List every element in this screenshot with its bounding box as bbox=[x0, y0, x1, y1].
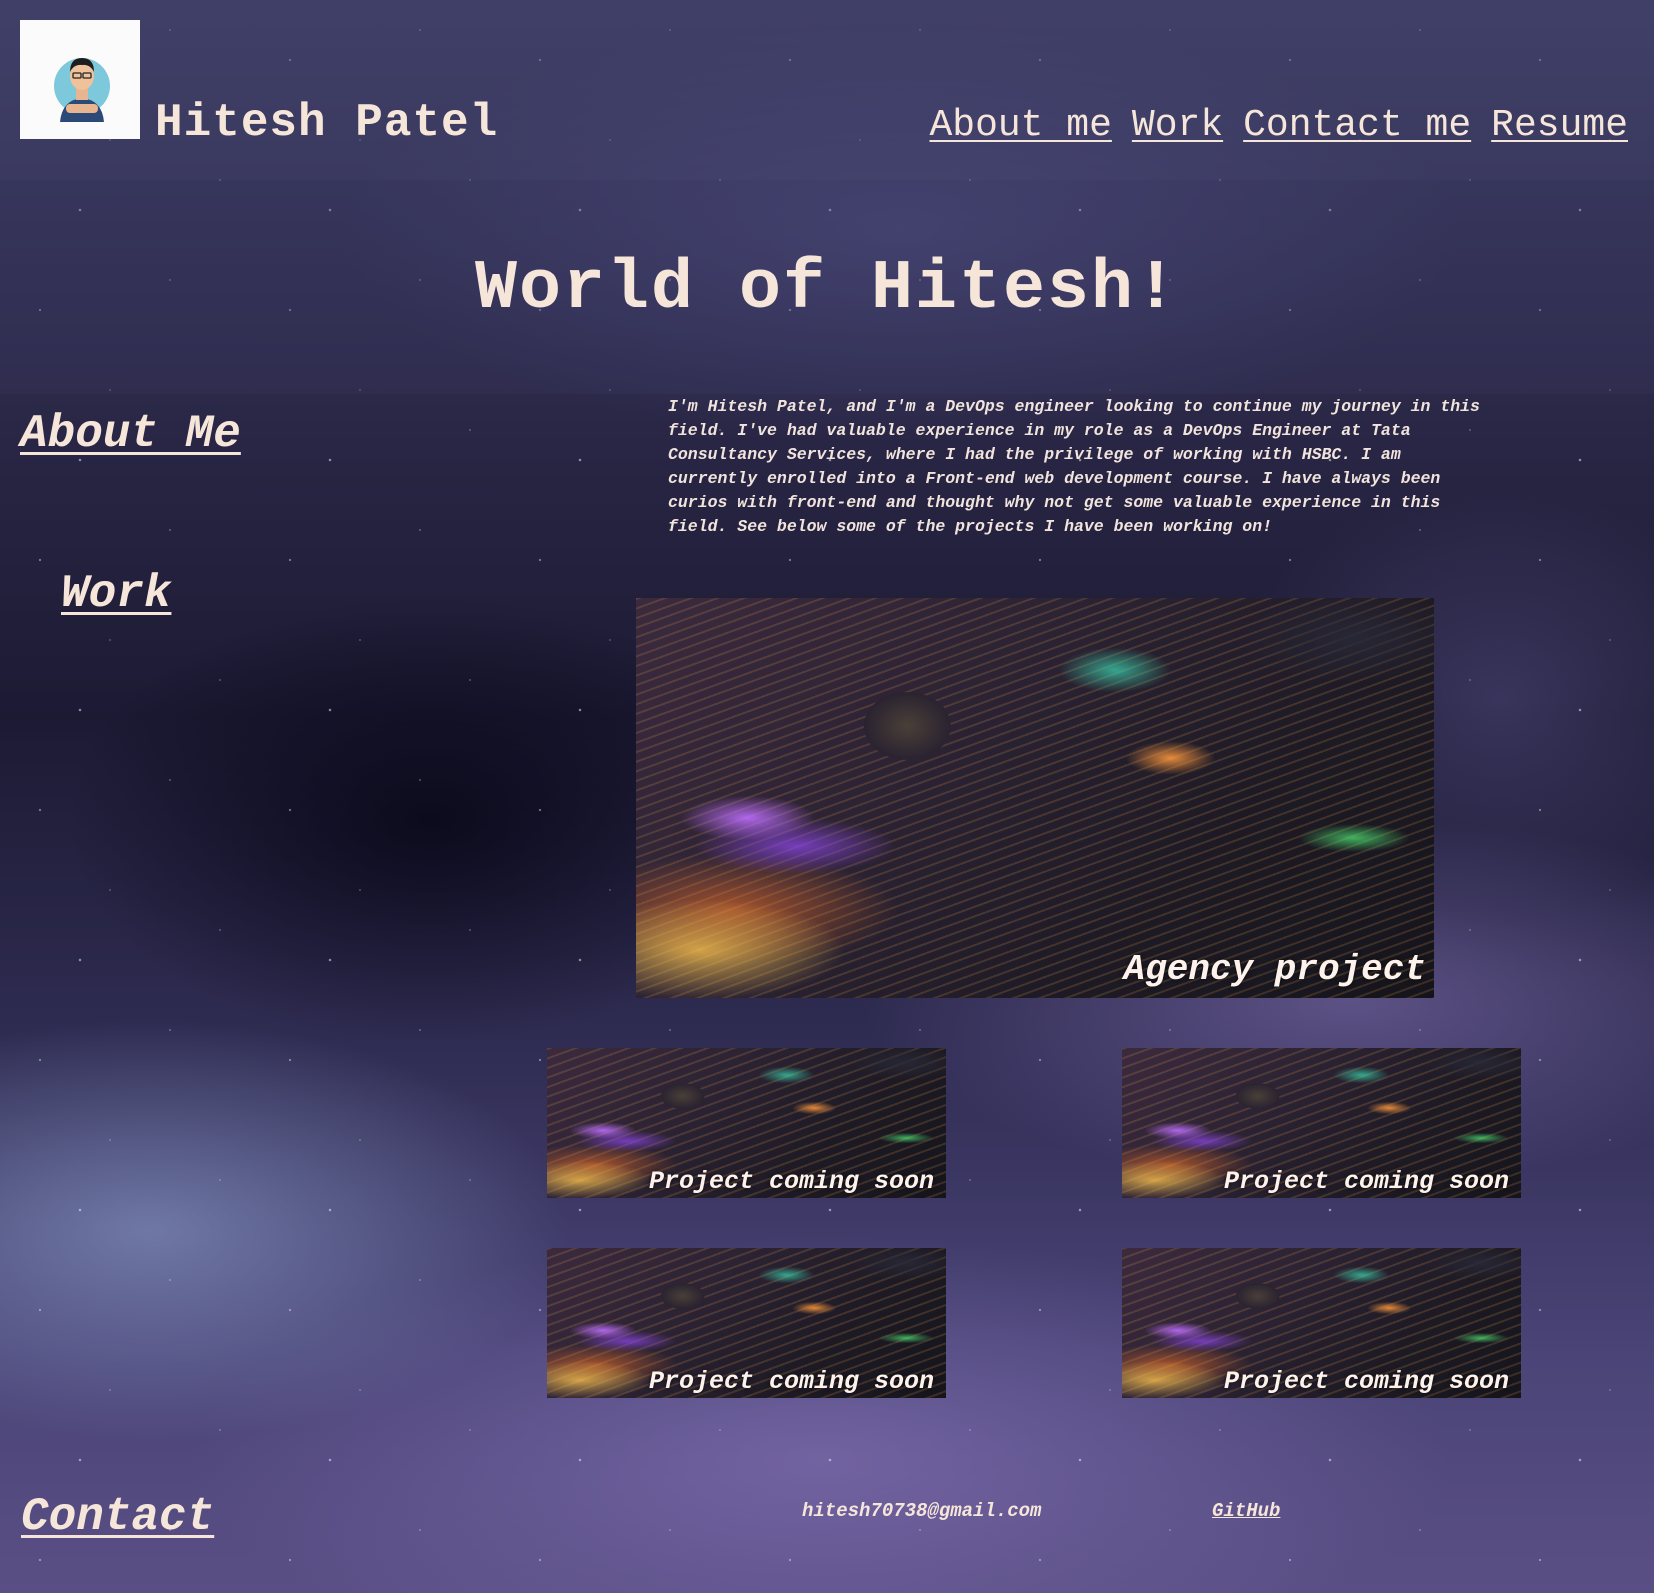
hero-title: World of Hitesh! bbox=[474, 250, 1180, 329]
project-label: Agency project bbox=[1123, 949, 1426, 990]
main-nav: About me Work Contact me Resume bbox=[929, 104, 1628, 147]
work-heading[interactable]: Work bbox=[61, 568, 171, 620]
project-label: Project coming soon bbox=[648, 1167, 934, 1196]
about-text: I'm Hitesh Patel, and I'm a DevOps engin… bbox=[668, 397, 1480, 536]
circuit-board-image bbox=[636, 598, 1434, 998]
contact-heading[interactable]: Contact bbox=[21, 1491, 214, 1543]
project-card-agency[interactable]: Agency project bbox=[636, 598, 1434, 998]
nav-link-contact-me[interactable]: Contact me bbox=[1243, 104, 1471, 147]
nav-link-about-me[interactable]: About me bbox=[929, 104, 1111, 147]
project-card[interactable]: Project coming soon bbox=[547, 1248, 946, 1398]
project-card[interactable]: Project coming soon bbox=[547, 1048, 946, 1198]
project-label: Project coming soon bbox=[648, 1367, 934, 1396]
nav-link-work[interactable]: Work bbox=[1132, 104, 1223, 147]
about-heading[interactable]: About Me bbox=[20, 408, 241, 460]
project-card[interactable]: Project coming soon bbox=[1122, 1048, 1521, 1198]
contact-email: hitesh70738@gmail.com bbox=[802, 1500, 1042, 1522]
site-owner-name: Hitesh Patel bbox=[155, 97, 499, 149]
person-avatar-icon bbox=[54, 57, 110, 122]
site-header: Hitesh Patel About me Work Contact me Re… bbox=[0, 0, 1654, 180]
github-link[interactable]: GitHub bbox=[1212, 1500, 1280, 1522]
avatar bbox=[20, 20, 140, 139]
nav-link-resume[interactable]: Resume bbox=[1491, 104, 1628, 147]
project-label: Project coming soon bbox=[1223, 1167, 1509, 1196]
project-card[interactable]: Project coming soon bbox=[1122, 1248, 1521, 1398]
project-label: Project coming soon bbox=[1223, 1367, 1509, 1396]
